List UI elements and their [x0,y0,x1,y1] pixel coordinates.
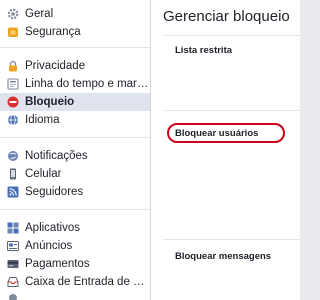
sidebar-item-label: Caixa de Entrada de Suporte [25,276,150,288]
sidebar-item-label: Linha do tempo e marcação [25,78,150,90]
mobile-icon [7,168,19,180]
sidebar-item-label: Seguidores [25,186,84,198]
section-block-messages[interactable]: Bloquear mensagens [175,251,271,262]
sidebar-item-label: Segurança [25,26,81,38]
sidebar-item-label: Celular [25,168,62,180]
title-divider [163,35,300,36]
section-divider [163,110,300,111]
sidebar-item-label: Aplicativos [25,222,80,234]
main-panel: Gerenciar bloqueio Lista restrita Bloque… [151,0,300,300]
partial-icon [7,291,19,300]
sidebar-item-privacidade[interactable]: Privacidade [0,57,150,75]
sidebar-item-pagamentos[interactable]: Pagamentos [0,255,150,273]
apps-icon [7,222,19,234]
block-icon [7,96,19,108]
page-title: Gerenciar bloqueio [163,8,290,25]
sidebar-item-geral[interactable]: Geral [0,5,150,23]
section-block-users[interactable]: Bloquear usuários [175,128,258,139]
sidebar-item-label: Bloqueio [25,96,75,108]
sidebar-item-notificacoes[interactable]: Notificações [0,147,150,165]
sidebar-item-label: Notificações [25,150,88,162]
rss-icon [7,186,19,198]
sidebar-item-seguranca[interactable]: Segurança [0,23,150,41]
sidebar-divider [0,137,150,138]
sidebar-item-partial[interactable] [0,291,150,300]
gear-icon [7,8,19,20]
sidebar-item-celular[interactable]: Celular [0,165,150,183]
section-restricted-list[interactable]: Lista restrita [175,45,232,56]
inbox-icon [7,276,19,288]
globe-icon [7,114,19,126]
timeline-icon [7,78,19,90]
sidebar-item-label: Idioma [25,114,60,126]
sidebar-divider [0,47,150,48]
sidebar-item-label: Pagamentos [25,258,90,270]
globe-notification-icon [7,150,19,162]
ads-icon [7,240,19,252]
badge-icon [7,26,19,38]
sidebar-item-seguidores[interactable]: Seguidores [0,183,150,201]
sidebar-item-aplicativos[interactable]: Aplicativos [0,219,150,237]
settings-sidebar: Geral Segurança Privacidade Linha do tem… [0,0,151,300]
sidebar-divider [0,209,150,210]
sidebar-item-anuncios[interactable]: Anúncios [0,237,150,255]
sidebar-item-label: Anúncios [25,240,73,252]
section-divider [163,239,300,240]
sidebar-item-linha-do-tempo[interactable]: Linha do tempo e marcação [0,75,150,93]
lock-icon [7,60,19,72]
card-icon [7,258,19,270]
sidebar-item-label: Privacidade [25,60,86,72]
sidebar-item-label: Geral [25,8,54,20]
sidebar-item-caixa-de-entrada[interactable]: Caixa de Entrada de Suporte [0,273,150,291]
sidebar-item-idioma[interactable]: Idioma [0,111,150,129]
sidebar-item-bloqueio[interactable]: Bloqueio [0,93,150,111]
